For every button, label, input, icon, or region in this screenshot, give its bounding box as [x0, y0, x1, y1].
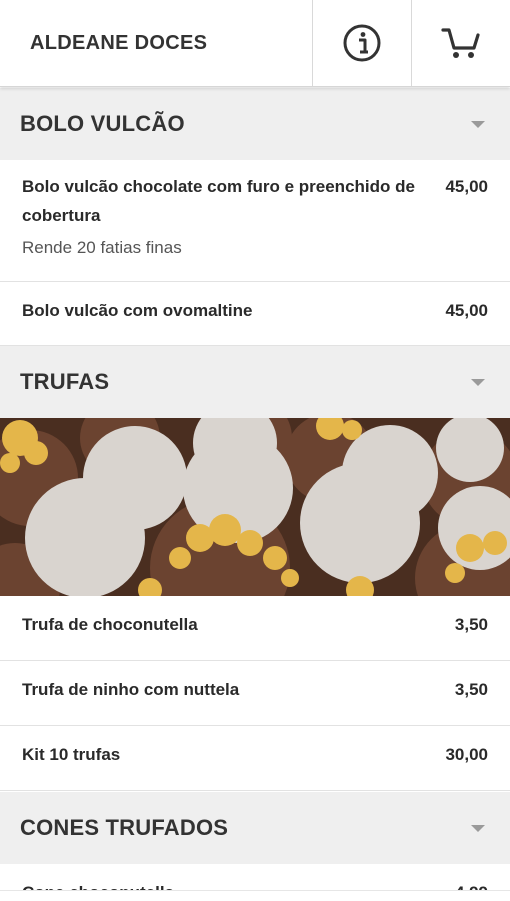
store-title: ALDEANE DOCES: [30, 31, 208, 54]
section-title: CONES TRUFADOS: [20, 815, 229, 840]
item-price: 45,00: [445, 301, 488, 320]
section-header-cones-trufados[interactable]: CONES TRUFADOS: [0, 792, 510, 864]
section-title: TRUFAS: [20, 369, 110, 394]
cart-button[interactable]: [411, 0, 510, 86]
section-header-trufas[interactable]: TRUFAS: [0, 346, 510, 418]
item-name: Bolo vulcão chocolate com furo e preench…: [22, 177, 415, 225]
cart-icon: [441, 28, 480, 58]
menu-item[interactable]: Kit 10 trufas 30,00: [0, 726, 510, 791]
item-name: Trufa de ninho com nuttela: [22, 680, 240, 699]
chevron-down-icon: [471, 378, 485, 386]
section-title: BOLO VULCÃO: [20, 111, 185, 136]
bottom-edge: [0, 890, 510, 901]
menu-item[interactable]: Bolo vulcão chocolate com furo e preench…: [0, 160, 510, 282]
truffles-photo: [0, 418, 510, 596]
item-name: Trufa de choconutella: [22, 615, 198, 634]
menu-item[interactable]: Bolo vulcão com ovomaltine 45,00: [0, 282, 510, 346]
item-price: 3,50: [454, 615, 488, 634]
info-button[interactable]: [312, 0, 411, 86]
menu-item[interactable]: Trufa de choconutella 3,50: [0, 596, 510, 661]
item-name: Kit 10 trufas: [22, 745, 121, 764]
section-header-bolo-vulcao[interactable]: BOLO VULCÃO: [0, 88, 510, 160]
info-icon: [343, 24, 381, 62]
item-price: 30,00: [445, 745, 488, 764]
chevron-down-icon: [471, 824, 485, 832]
item-name: Bolo vulcão com ovomaltine: [22, 301, 253, 320]
menu-item[interactable]: Trufa de ninho com nuttela 3,50: [0, 661, 510, 726]
item-price: 45,00: [445, 177, 488, 196]
app-header: ALDEANE DOCES: [0, 0, 510, 87]
item-price: 3,50: [454, 680, 488, 699]
chevron-down-icon: [471, 120, 485, 128]
item-description: Rende 20 fatias finas: [22, 238, 182, 257]
